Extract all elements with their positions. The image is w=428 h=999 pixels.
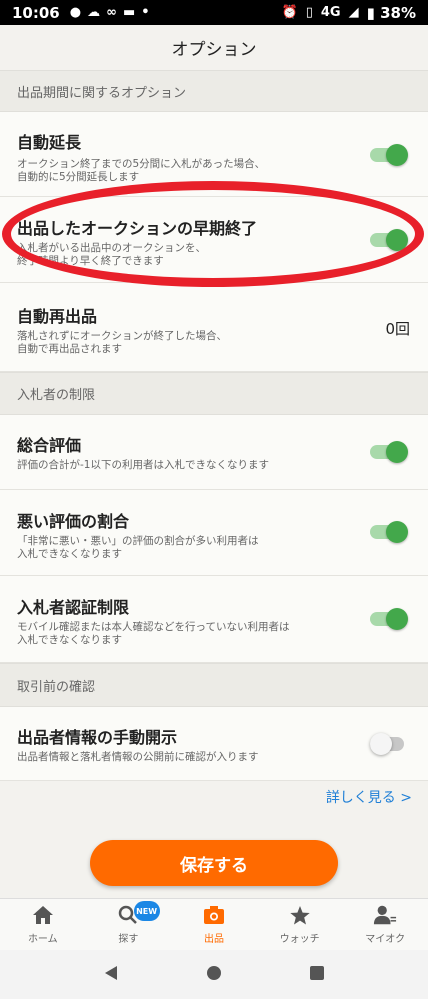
option-early-end: 出品したオークションの早期終了 入札者がいる出品中のオークションを、 終了時間よ… — [0, 197, 428, 283]
save-button[interactable]: 保存する — [90, 840, 338, 886]
dot-icon: • — [141, 5, 150, 20]
bad-ratio-toggle[interactable] — [370, 521, 408, 543]
bottom-tab-bar: ホーム 探す NEW 出品 ウォッチ マイオク — [0, 898, 428, 950]
user-icon — [373, 904, 397, 926]
option-desc-line2: 入札できなくなります — [17, 548, 122, 560]
manual-disclosure-toggle[interactable] — [370, 733, 408, 755]
status-right: ⏰ ▯ 4G ◢ ▮ 38% — [282, 4, 416, 22]
tab-watch[interactable]: ウォッチ — [257, 899, 343, 950]
status-time: 10:06 — [12, 3, 60, 22]
option-desc-line1: オークション終了までの5分間に入札があった場合、 — [17, 158, 266, 170]
section-header-pretrade: 取引前の確認 — [0, 663, 428, 707]
cloud-icon: ☁ — [87, 5, 101, 20]
home-circle-icon[interactable] — [206, 965, 222, 985]
option-auto-relist[interactable]: 自動再出品 落札されずにオークションが終了した場合、 自動で再出品されます 0回 — [0, 283, 428, 372]
option-desc-line2: 入札できなくなります — [17, 634, 122, 646]
option-desc-line1: モバイル確認または本人確認などを行っていない利用者は — [17, 621, 290, 633]
total-rating-toggle[interactable] — [370, 441, 408, 463]
notification-icons: ● ☁ ∞ ▬ • — [70, 5, 150, 20]
option-desc-line1: 入札者がいる出品中のオークションを、 — [17, 242, 206, 254]
tab-label: ホーム — [27, 934, 58, 945]
option-title: 出品者情報の手動開示 — [17, 728, 178, 747]
tab-sell[interactable]: 出品 — [171, 899, 257, 950]
tab-search[interactable]: 探す NEW — [86, 899, 172, 950]
tab-mypage[interactable]: マイオク — [342, 899, 428, 950]
tab-label: 探す — [118, 934, 139, 945]
auto-extend-toggle[interactable] — [370, 144, 408, 166]
home-icon — [31, 904, 55, 926]
network-type: 4G — [320, 5, 341, 20]
verification-toggle[interactable] — [370, 608, 408, 630]
option-verification: 入札者認証制限 モバイル確認または本人確認などを行っていない利用者は 入札できな… — [0, 576, 428, 663]
option-desc-line2: 自動的に5分間延長します — [17, 171, 140, 183]
option-desc-line2: 自動で再出品されます — [17, 343, 122, 355]
tab-label: ウォッチ — [279, 934, 320, 945]
option-desc-line1: 出品者情報と落札者情報の公開前に確認が入ります — [17, 751, 259, 763]
camera-icon — [202, 904, 226, 926]
early-end-toggle[interactable] — [370, 229, 408, 251]
page-title: オプション — [0, 25, 428, 69]
chat-icon: ● — [69, 5, 82, 20]
back-icon[interactable] — [103, 965, 119, 985]
battery-level: ▮ 38% — [366, 3, 416, 22]
option-desc-line1: 落札されずにオークションが終了した場合、 — [17, 330, 227, 342]
tab-label: 出品 — [203, 934, 224, 945]
option-auto-extend: 自動延長 オークション終了までの5分間に入札があった場合、 自動的に5分間延長し… — [0, 112, 428, 197]
signal-icon: ◢ — [348, 5, 359, 20]
section-header-bidders: 入札者の制限 — [0, 372, 428, 415]
alarm-icon: ⏰ — [281, 5, 298, 20]
tab-home[interactable]: ホーム — [0, 899, 86, 950]
option-desc-line1: 「非常に悪い・悪い」の評価の割合が多い利用者は — [17, 535, 259, 547]
option-manual-disclosure: 出品者情報の手動開示 出品者情報と落札者情報の公開前に確認が入ります — [0, 707, 428, 781]
option-title: 出品したオークションの早期終了 — [17, 219, 258, 238]
option-title: 総合評価 — [17, 436, 82, 455]
relist-count: 0回 — [385, 320, 410, 338]
option-bad-ratio: 悪い評価の割合 「非常に悪い・悪い」の評価の割合が多い利用者は 入札できなくなり… — [0, 490, 428, 576]
section-header-period: 出品期間に関するオプション — [0, 70, 428, 112]
link-icon: ∞ — [106, 5, 117, 20]
option-desc-line1: 評価の合計が-1以下の利用者は入札できなくなります — [17, 459, 269, 471]
option-desc-line2: 終了時間より早く終了できます — [17, 255, 164, 267]
mail-icon: ▬ — [122, 5, 136, 20]
tab-label: マイオク — [365, 934, 406, 945]
option-title: 悪い評価の割合 — [17, 512, 130, 531]
status-bar: 10:06 ● ☁ ∞ ▬ • ⏰ ▯ 4G ◢ ▮ 38% — [0, 0, 428, 25]
vibrate-icon: ▯ — [305, 5, 313, 20]
system-nav-bar — [0, 950, 428, 999]
new-badge: NEW — [133, 901, 160, 921]
option-title: 入札者認証制限 — [17, 598, 130, 617]
option-total-rating: 総合評価 評価の合計が-1以下の利用者は入札できなくなります — [0, 415, 428, 490]
details-link[interactable]: 詳しく見る > — [326, 787, 412, 807]
option-title: 自動延長 — [17, 133, 82, 152]
option-title: 自動再出品 — [17, 307, 98, 326]
recents-icon[interactable] — [309, 965, 325, 985]
star-icon — [288, 904, 312, 926]
